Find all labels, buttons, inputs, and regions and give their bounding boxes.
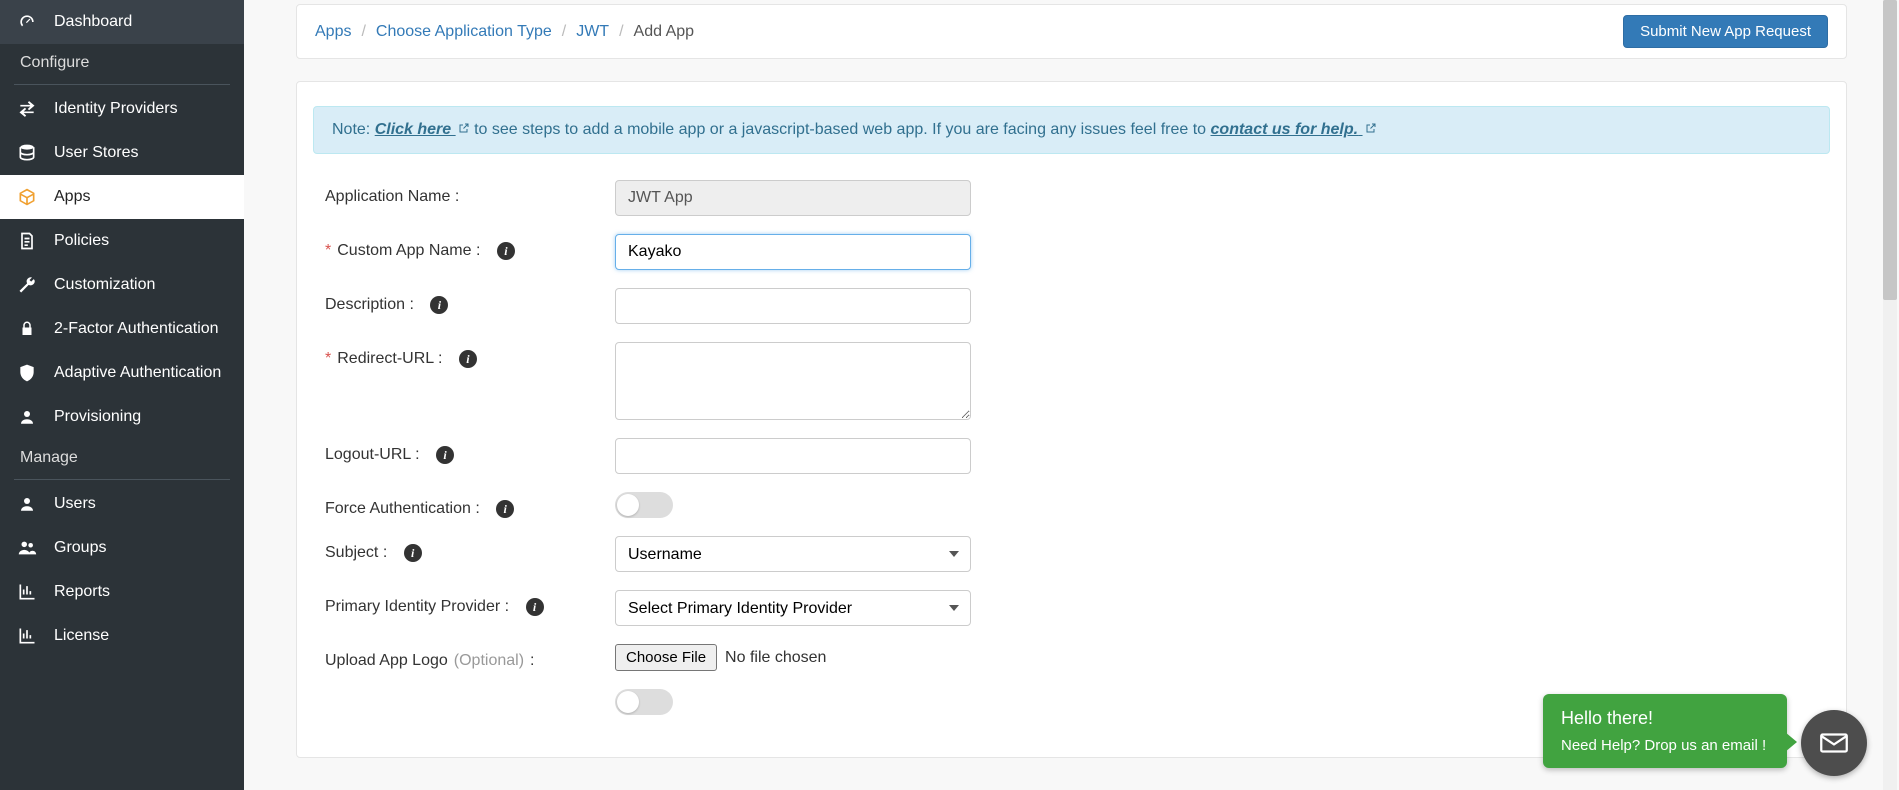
user-icon xyxy=(16,406,38,428)
help-bubble[interactable]: Hello there! Need Help? Drop us an email… xyxy=(1543,694,1787,768)
external-link-icon xyxy=(458,122,470,134)
shield-icon xyxy=(16,362,38,384)
sidebar-item-label: Customization xyxy=(54,276,155,294)
sidebar-item-label: Adaptive Authentication xyxy=(54,364,221,382)
sidebar-item-label: User Stores xyxy=(54,144,138,162)
external-link-icon xyxy=(1365,122,1377,134)
sidebar-item-label: Provisioning xyxy=(54,408,141,426)
wrench-icon xyxy=(16,274,38,296)
sidebar-item-identity-providers[interactable]: Identity Providers xyxy=(0,87,244,131)
submit-new-app-button[interactable]: Submit New App Request xyxy=(1623,15,1828,48)
note-label: Note: xyxy=(332,121,375,138)
breadcrumb-apps[interactable]: Apps xyxy=(315,23,351,41)
partial-label xyxy=(325,689,615,697)
custom-app-name-label: *Custom App Name : i xyxy=(325,234,615,260)
chart-icon xyxy=(16,625,38,647)
force-auth-toggle[interactable] xyxy=(615,492,673,518)
info-icon[interactable]: i xyxy=(404,544,422,562)
sidebar-header-configure: Configure xyxy=(0,44,244,82)
sidebar-item-users[interactable]: Users xyxy=(0,482,244,526)
file-chosen-text: No file chosen xyxy=(725,649,826,667)
breadcrumb-bar: Apps / Choose Application Type / JWT / A… xyxy=(296,4,1847,59)
info-icon[interactable]: i xyxy=(430,296,448,314)
subject-select[interactable]: Username xyxy=(615,536,971,572)
description-input[interactable] xyxy=(615,288,971,324)
note-mid-text: to see steps to add a mobile app or a ja… xyxy=(474,121,1210,138)
sidebar-item-user-stores[interactable]: User Stores xyxy=(0,131,244,175)
sidebar-header-manage: Manage xyxy=(0,439,244,477)
breadcrumb-separator: / xyxy=(361,23,365,41)
sidebar-item-label: Users xyxy=(54,495,96,513)
breadcrumb-separator: / xyxy=(562,23,566,41)
breadcrumb-jwt[interactable]: JWT xyxy=(576,23,609,41)
info-icon[interactable]: i xyxy=(526,598,544,616)
sidebar-item-label: Policies xyxy=(54,232,109,250)
sidebar-item-dashboard[interactable]: Dashboard xyxy=(0,0,244,44)
sidebar-item-label: Groups xyxy=(54,539,106,557)
logout-url-input[interactable] xyxy=(615,438,971,474)
description-label: Description : i xyxy=(325,288,615,314)
force-auth-label: Force Authentication : i xyxy=(325,492,615,518)
info-icon[interactable]: i xyxy=(459,350,477,368)
sidebar-item-label: Identity Providers xyxy=(54,100,178,118)
note-alert: Note: Click here to see steps to add a m… xyxy=(313,106,1830,154)
breadcrumb-separator: / xyxy=(619,23,623,41)
main-content: Apps / Choose Application Type / JWT / A… xyxy=(244,0,1899,790)
add-app-form: Application Name : *Custom App Name : i … xyxy=(313,180,1830,715)
contact-link[interactable]: contact us for help. xyxy=(1211,121,1377,138)
partial-toggle[interactable] xyxy=(615,689,673,715)
help-fab-button[interactable] xyxy=(1801,710,1867,776)
help-bubble-title: Hello there! xyxy=(1561,708,1769,729)
sidebar-item-policies[interactable]: Policies xyxy=(0,219,244,263)
primary-idp-label: Primary Identity Provider : i xyxy=(325,590,615,616)
chart-icon xyxy=(16,581,38,603)
sidebar-item-provisioning[interactable]: Provisioning xyxy=(0,395,244,439)
sidebar-item-apps[interactable]: Apps xyxy=(0,175,244,219)
redirect-url-input[interactable] xyxy=(615,342,971,420)
sidebar-item-2fa[interactable]: 2-Factor Authentication xyxy=(0,307,244,351)
breadcrumb-current: Add App xyxy=(634,23,695,41)
click-here-link[interactable]: Click here xyxy=(375,121,470,138)
dashboard-icon xyxy=(16,11,38,33)
application-name-input xyxy=(615,180,971,216)
redirect-url-label: *Redirect-URL : i xyxy=(325,342,615,368)
sidebar-item-label: Apps xyxy=(54,188,90,206)
upload-logo-label: Upload App Logo (Optional): xyxy=(325,644,615,670)
application-name-label: Application Name : xyxy=(325,180,615,206)
sidebar-item-adaptive-auth[interactable]: Adaptive Authentication xyxy=(0,351,244,395)
users-icon xyxy=(16,537,38,559)
sidebar-item-label: Dashboard xyxy=(54,13,132,31)
subject-label: Subject : i xyxy=(325,536,615,562)
help-bubble-body: Need Help? Drop us an email ! xyxy=(1561,737,1769,754)
scrollbar-thumb[interactable] xyxy=(1883,0,1897,300)
breadcrumb: Apps / Choose Application Type / JWT / A… xyxy=(315,23,694,41)
choose-file-button[interactable]: Choose File xyxy=(615,644,717,671)
custom-app-name-input[interactable] xyxy=(615,234,971,270)
envelope-icon xyxy=(1817,726,1851,760)
sidebar-item-groups[interactable]: Groups xyxy=(0,526,244,570)
info-icon[interactable]: i xyxy=(436,446,454,464)
database-icon xyxy=(16,142,38,164)
sidebar: Dashboard Configure Identity Providers U… xyxy=(0,0,244,790)
exchange-icon xyxy=(16,98,38,120)
breadcrumb-choose-type[interactable]: Choose Application Type xyxy=(376,23,552,41)
sidebar-item-label: 2-Factor Authentication xyxy=(54,320,219,338)
sidebar-item-label: Reports xyxy=(54,583,110,601)
sidebar-item-customization[interactable]: Customization xyxy=(0,263,244,307)
sidebar-item-reports[interactable]: Reports xyxy=(0,570,244,614)
form-card: Note: Click here to see steps to add a m… xyxy=(296,81,1847,758)
user-icon xyxy=(16,493,38,515)
logout-url-label: Logout-URL : i xyxy=(325,438,615,464)
info-icon[interactable]: i xyxy=(496,500,514,518)
sidebar-item-label: License xyxy=(54,627,109,645)
cube-icon xyxy=(16,186,38,208)
sidebar-item-license[interactable]: License xyxy=(0,614,244,658)
primary-idp-select[interactable]: Select Primary Identity Provider xyxy=(615,590,971,626)
info-icon[interactable]: i xyxy=(497,242,515,260)
lock-icon xyxy=(16,318,38,340)
document-icon xyxy=(16,230,38,252)
